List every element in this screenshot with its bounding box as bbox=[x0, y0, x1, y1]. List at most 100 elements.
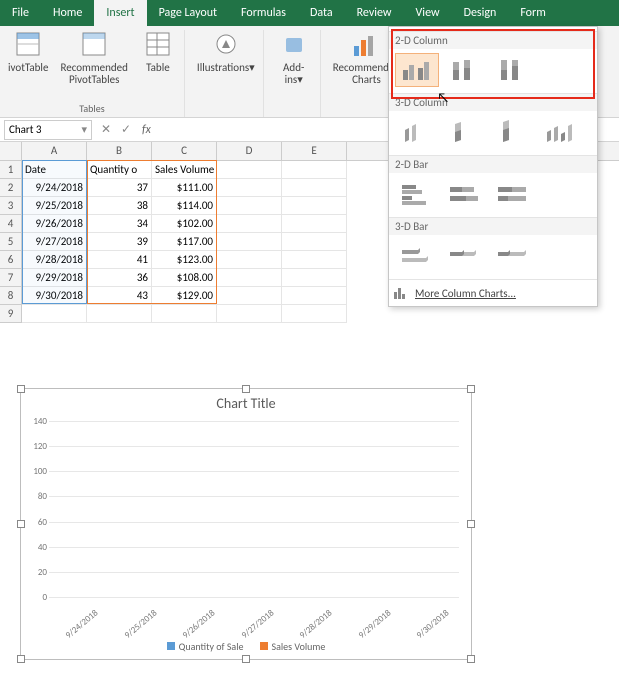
cell[interactable]: 9/25/2018 bbox=[22, 197, 87, 215]
clustered-column-thumb[interactable] bbox=[395, 53, 439, 87]
cell[interactable]: $111.00 bbox=[152, 179, 217, 197]
cell[interactable]: 43 bbox=[87, 287, 152, 305]
name-box[interactable]: Chart 3▾ bbox=[4, 120, 92, 140]
column-header[interactable] bbox=[0, 142, 22, 160]
cell[interactable]: Quantity o bbox=[87, 161, 152, 179]
column-header[interactable]: C bbox=[152, 142, 217, 160]
cell[interactable] bbox=[282, 269, 347, 287]
cell[interactable] bbox=[217, 215, 282, 233]
tab-design[interactable]: Design bbox=[452, 0, 509, 26]
cell[interactable]: 41 bbox=[87, 251, 152, 269]
cell[interactable]: 34 bbox=[87, 215, 152, 233]
tab-page-layout[interactable]: Page Layout bbox=[147, 0, 229, 26]
cell[interactable]: $117.00 bbox=[152, 233, 217, 251]
cell[interactable] bbox=[282, 233, 347, 251]
plot-area[interactable]: 020406080100120140 bbox=[49, 421, 459, 597]
row-header[interactable]: 2 bbox=[0, 179, 22, 197]
column-header[interactable]: E bbox=[282, 142, 347, 160]
cell[interactable] bbox=[217, 197, 282, 215]
cell[interactable] bbox=[22, 305, 87, 323]
illustrations-button[interactable]: Illustrations▾ bbox=[195, 30, 257, 76]
tab-data[interactable]: Data bbox=[298, 0, 345, 26]
cell[interactable] bbox=[282, 215, 347, 233]
cell[interactable]: $114.00 bbox=[152, 197, 217, 215]
fx-label[interactable]: fx bbox=[136, 123, 157, 137]
cell[interactable]: $129.00 bbox=[152, 287, 217, 305]
cell[interactable] bbox=[152, 305, 217, 323]
cell[interactable] bbox=[282, 161, 347, 179]
cell[interactable] bbox=[217, 287, 282, 305]
column-header[interactable]: D bbox=[217, 142, 282, 160]
cell[interactable]: 36 bbox=[87, 269, 152, 287]
cell[interactable]: $102.00 bbox=[152, 215, 217, 233]
cell[interactable] bbox=[282, 179, 347, 197]
cell[interactable] bbox=[217, 269, 282, 287]
row-header[interactable]: 7 bbox=[0, 269, 22, 287]
cell[interactable] bbox=[282, 287, 347, 305]
cell[interactable] bbox=[217, 161, 282, 179]
cell[interactable] bbox=[217, 233, 282, 251]
tab-formulas[interactable]: Formulas bbox=[229, 0, 298, 26]
group-addins: Add- ins▾ bbox=[268, 30, 321, 117]
3d-stacked-column-thumb[interactable] bbox=[443, 115, 487, 149]
3d-column-thumb[interactable] bbox=[539, 115, 583, 149]
cell[interactable]: 9/27/2018 bbox=[22, 233, 87, 251]
addins-button[interactable]: Add- ins▾ bbox=[274, 30, 314, 88]
cell[interactable]: 38 bbox=[87, 197, 152, 215]
row-header[interactable]: 5 bbox=[0, 233, 22, 251]
cell[interactable]: $123.00 bbox=[152, 251, 217, 269]
row-header[interactable]: 1 bbox=[0, 161, 22, 179]
cell[interactable] bbox=[282, 305, 347, 323]
cell[interactable]: $108.00 bbox=[152, 269, 217, 287]
stacked100-column-thumb[interactable] bbox=[491, 53, 535, 87]
3d-stacked100-column-thumb[interactable] bbox=[491, 115, 535, 149]
column-header[interactable]: B bbox=[87, 142, 152, 160]
cell[interactable] bbox=[87, 305, 152, 323]
more-column-charts[interactable]: More Column Charts... bbox=[389, 279, 597, 306]
stacked-bar-thumb[interactable] bbox=[443, 177, 487, 211]
cell[interactable] bbox=[282, 251, 347, 269]
cell[interactable]: Sales Volume bbox=[152, 161, 217, 179]
tab-home[interactable]: Home bbox=[41, 0, 94, 26]
cancel-icon[interactable]: ✕ bbox=[96, 122, 116, 137]
chart-title[interactable]: Chart Title bbox=[21, 395, 471, 412]
ribbon-tabs: FileHomeInsertPage LayoutFormulasDataRev… bbox=[0, 0, 619, 26]
recommended-pivottables-button[interactable]: Recommended PivotTables bbox=[58, 30, 129, 88]
stacked100-bar-thumb[interactable] bbox=[491, 177, 535, 211]
table-button[interactable]: Table bbox=[138, 30, 178, 76]
cell[interactable] bbox=[217, 251, 282, 269]
chart-legend[interactable]: Quantity of Sale Sales Volume bbox=[21, 640, 471, 653]
stacked-column-thumb[interactable] bbox=[443, 53, 487, 87]
cell[interactable]: 9/28/2018 bbox=[22, 251, 87, 269]
column-header[interactable]: A bbox=[22, 142, 87, 160]
cell[interactable] bbox=[282, 197, 347, 215]
row-header[interactable]: 6 bbox=[0, 251, 22, 269]
row-header[interactable]: 4 bbox=[0, 215, 22, 233]
3d-clustered-bar-thumb[interactable] bbox=[395, 239, 439, 273]
row-header[interactable]: 8 bbox=[0, 287, 22, 305]
cell[interactable]: 9/26/2018 bbox=[22, 215, 87, 233]
cell[interactable]: Date bbox=[22, 161, 87, 179]
tab-form[interactable]: Form bbox=[508, 0, 557, 26]
section-3d-column: 3-D Column bbox=[389, 93, 597, 111]
pivottable-button[interactable]: ivotTable bbox=[6, 30, 50, 76]
3d-clustered-column-thumb[interactable] bbox=[395, 115, 439, 149]
clustered-bar-thumb[interactable] bbox=[395, 177, 439, 211]
cell[interactable]: 39 bbox=[87, 233, 152, 251]
row-header[interactable]: 9 bbox=[0, 305, 22, 323]
3d-stacked-bar-thumb[interactable] bbox=[443, 239, 487, 273]
enter-icon[interactable]: ✓ bbox=[116, 122, 136, 137]
3d-stacked100-bar-thumb[interactable] bbox=[491, 239, 535, 273]
tab-view[interactable]: View bbox=[404, 0, 452, 26]
row-header[interactable]: 3 bbox=[0, 197, 22, 215]
embedded-chart[interactable]: Chart Title 020406080100120140 9/24/2018… bbox=[20, 388, 472, 660]
cell[interactable]: 9/29/2018 bbox=[22, 269, 87, 287]
cell[interactable]: 37 bbox=[87, 179, 152, 197]
cell[interactable]: 9/24/2018 bbox=[22, 179, 87, 197]
cell[interactable] bbox=[217, 305, 282, 323]
cell[interactable]: 9/30/2018 bbox=[22, 287, 87, 305]
cell[interactable] bbox=[217, 179, 282, 197]
tab-file[interactable]: File bbox=[0, 0, 41, 26]
tab-insert[interactable]: Insert bbox=[94, 0, 146, 26]
tab-review[interactable]: Review bbox=[345, 0, 404, 26]
